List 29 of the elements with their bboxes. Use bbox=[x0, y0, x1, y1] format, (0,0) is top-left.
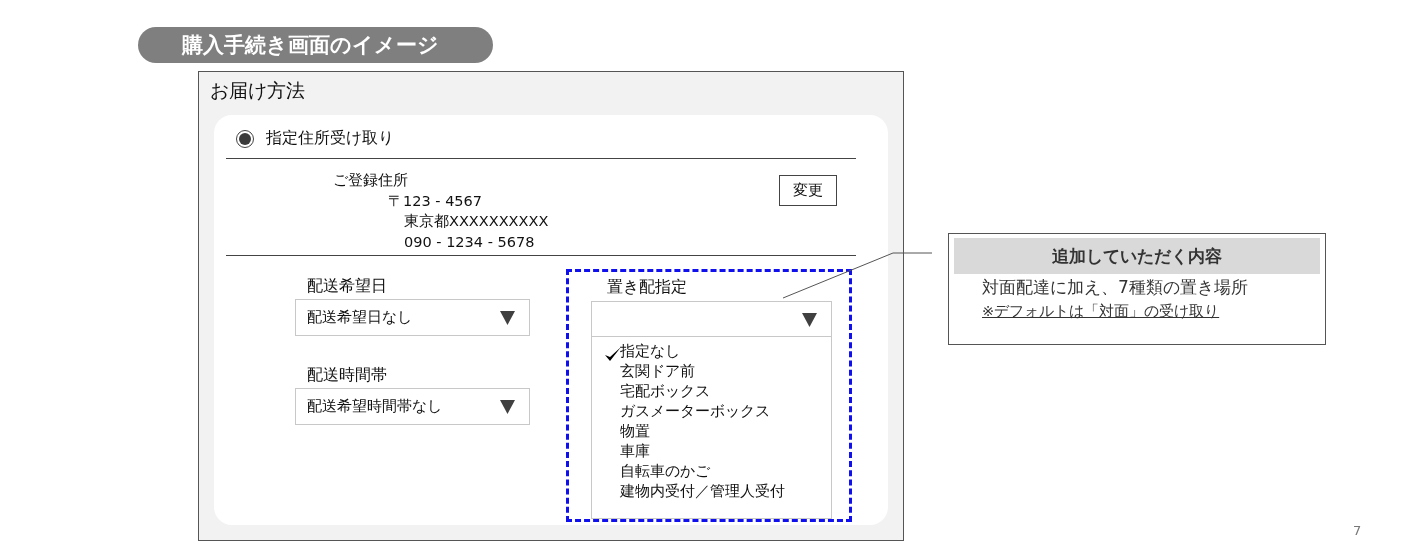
dropdown-arrow-icon bbox=[500, 310, 515, 325]
dropdown-option[interactable]: ガスメーターボックス bbox=[592, 402, 831, 422]
dropdown[interactable]: 配送希望時間帯なし bbox=[295, 388, 530, 425]
dropdown-arrow-icon bbox=[500, 399, 515, 414]
callout-note: ※デフォルトは「対面」の受け取り bbox=[982, 302, 1220, 321]
dropdown-option[interactable]: 車庫 bbox=[592, 442, 831, 462]
dropdown-option[interactable]: 物置 bbox=[592, 422, 831, 442]
postal-code: 〒123 - 4567 bbox=[388, 191, 484, 211]
field-label: 配送時間帯 bbox=[307, 365, 388, 385]
field-label: 配送希望日 bbox=[307, 276, 388, 296]
change-button[interactable]: 変更 bbox=[779, 175, 837, 206]
radio-label: 指定住所受け取り bbox=[266, 128, 394, 149]
dropdown-option[interactable]: 建物内受付／管理人受付 bbox=[592, 482, 831, 502]
callout-text: 対面配達に加え、7種類の置き場所 bbox=[982, 276, 1249, 299]
dropdown-arrow-icon bbox=[802, 311, 817, 327]
dropdown-option[interactable]: 指定なし bbox=[592, 342, 831, 362]
street-address: 東京都XXXXXXXXXX bbox=[404, 212, 550, 231]
checkmark-icon bbox=[604, 346, 622, 362]
field-label: 置き配指定 bbox=[607, 277, 688, 297]
phone-number: 090 - 1234 - 5678 bbox=[404, 232, 536, 252]
panel-title: お届け方法 bbox=[210, 79, 306, 101]
address-heading: ご登録住所 bbox=[333, 171, 409, 190]
dropdown-option[interactable]: 玄関ドア前 bbox=[592, 362, 831, 382]
dropdown[interactable]: 配送希望日なし bbox=[295, 299, 530, 336]
callout-title: 追加していただく内容 bbox=[954, 238, 1320, 274]
dropdown-option[interactable]: 宅配ボックス bbox=[592, 382, 831, 402]
dropdown-option[interactable]: 自転車のかご bbox=[592, 462, 831, 482]
slide-heading: 購入手続き画面のイメージ bbox=[138, 27, 493, 63]
page-number: 7 bbox=[1353, 523, 1362, 538]
